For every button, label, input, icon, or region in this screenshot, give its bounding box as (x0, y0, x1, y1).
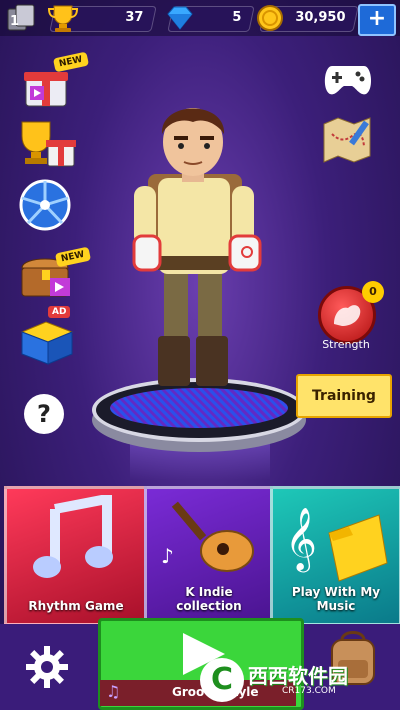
trophy-icon (47, 5, 79, 32)
wheel-icon (19, 179, 71, 231)
plus-label: + (367, 6, 387, 31)
settings-button[interactable] (24, 644, 70, 690)
watermark-logo: C (200, 658, 244, 702)
platform-glow (130, 440, 270, 480)
top-bar: 1 37 5 30,950 + (0, 0, 400, 36)
map-icon (323, 117, 371, 163)
lucky-wheel-button[interactable] (18, 178, 72, 232)
svg-text:𝄞: 𝄞 (285, 507, 317, 573)
controller-button[interactable] (322, 60, 374, 98)
watermark-subtext: CR173.COM (282, 686, 336, 696)
coin-icon (257, 5, 283, 31)
svg-text:♪: ♪ (161, 544, 174, 568)
k-indie-card[interactable]: ♪ K Indie collection (144, 486, 274, 626)
character-avatar[interactable] (120, 96, 270, 406)
gamepad-icon (324, 66, 372, 95)
music-note-icon (33, 495, 113, 578)
card-label: Play With My Music (291, 585, 381, 613)
strength-label: Strength (322, 338, 370, 351)
site-watermark: C 西西软件园 CR173.COM (200, 658, 390, 704)
play-with-my-music-card[interactable]: 𝄞 Play With My Music (270, 486, 400, 626)
song-note-icon: ♫ (106, 682, 121, 701)
profile-button[interactable]: 1 (6, 4, 38, 32)
ad-reward-box-button[interactable]: AD (18, 306, 74, 366)
add-currency-button[interactable]: + (358, 4, 396, 36)
help-label: ? (37, 400, 51, 428)
strength-count-badge: 0 (362, 281, 384, 303)
gear-icon (26, 646, 68, 688)
training-button[interactable]: Training (296, 374, 392, 418)
trophy-rewards-button[interactable] (14, 116, 76, 170)
map-button[interactable] (320, 114, 376, 164)
help-button[interactable]: ? (24, 394, 64, 434)
gem-count: 5 (232, 10, 242, 25)
music-folder-icon: 𝄞 (285, 507, 388, 582)
flexed-arm-icon (334, 305, 361, 326)
level-label: 1 (10, 14, 20, 29)
guitar-icon: ♪ (161, 501, 254, 572)
mystery-box-icon (20, 321, 74, 365)
trophy-count: 37 (125, 10, 144, 25)
coin-count: 30,950 (295, 10, 346, 25)
trophy-gift-icon (21, 121, 76, 167)
gem-icon (167, 6, 193, 30)
ad-badge: AD (48, 306, 71, 318)
card-label: K Indie collection (176, 585, 242, 613)
card-label: Rhythm Game (28, 599, 124, 613)
rhythm-game-card[interactable]: Rhythm Game (4, 486, 148, 626)
watermark-text: 西西软件园 (248, 664, 348, 688)
